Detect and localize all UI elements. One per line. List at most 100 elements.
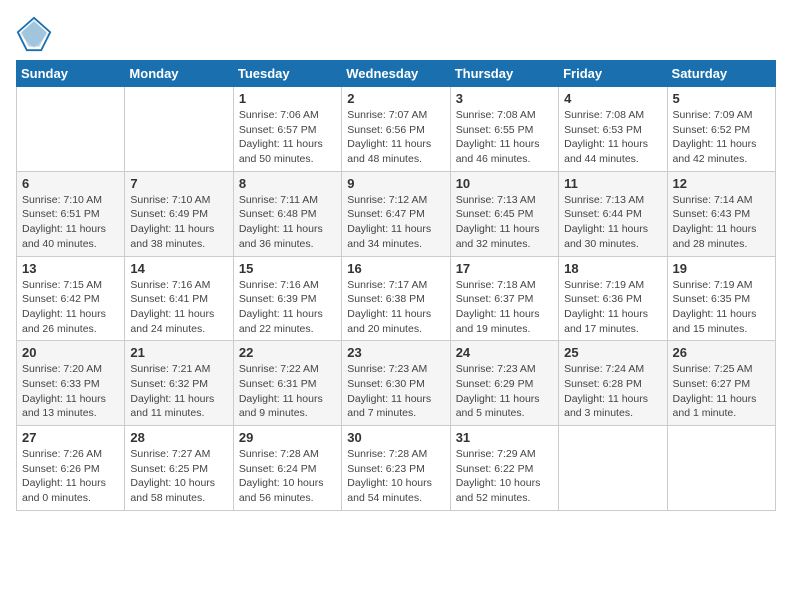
calendar-cell: 27 Sunrise: 7:26 AM Sunset: 6:26 PM Dayli…	[17, 426, 125, 511]
calendar-cell: 17 Sunrise: 7:18 AM Sunset: 6:37 PM Dayli…	[450, 256, 558, 341]
calendar-cell: 6 Sunrise: 7:10 AM Sunset: 6:51 PM Daylig…	[17, 171, 125, 256]
day-number: 25	[564, 345, 661, 360]
calendar-week-row: 1 Sunrise: 7:06 AM Sunset: 6:57 PM Daylig…	[17, 87, 776, 172]
calendar-cell: 2Sunrise: 7:07 AM Sunset: 6:56 PM Daylig…	[342, 87, 450, 172]
calendar-cell: 12 Sunrise: 7:14 AM Sunset: 6:43 PM Dayli…	[667, 171, 775, 256]
calendar-cell: 10 Sunrise: 7:13 AM Sunset: 6:45 PM Dayli…	[450, 171, 558, 256]
day-detail: Sunrise: 7:10 AM Sunset: 6:51 PM Dayligh…	[22, 193, 119, 252]
day-detail: Sunrise: 7:28 AM Sunset: 6:24 PM Dayligh…	[239, 447, 336, 506]
day-detail: Sunrise: 7:18 AM Sunset: 6:37 PM Dayligh…	[456, 278, 553, 337]
day-number: 5	[673, 91, 770, 106]
day-detail: Sunrise: 7:14 AM Sunset: 6:43 PM Dayligh…	[673, 193, 770, 252]
calendar-cell: 1 Sunrise: 7:06 AM Sunset: 6:57 PM Daylig…	[233, 87, 341, 172]
calendar-table: SundayMondayTuesdayWednesdayThursdayFrid…	[16, 60, 776, 511]
day-detail: Sunrise: 7:11 AM Sunset: 6:48 PM Dayligh…	[239, 193, 336, 252]
calendar-cell: 5Sunrise: 7:09 AM Sunset: 6:52 PM Daylig…	[667, 87, 775, 172]
calendar-cell: 31 Sunrise: 7:29 AM Sunset: 6:22 PM Dayli…	[450, 426, 558, 511]
weekday-header-sunday: Sunday	[17, 61, 125, 87]
day-number: 20	[22, 345, 119, 360]
weekday-header-monday: Monday	[125, 61, 233, 87]
day-detail: Sunrise: 7:13 AM Sunset: 6:45 PM Dayligh…	[456, 193, 553, 252]
day-number: 16	[347, 261, 444, 276]
day-number: 21	[130, 345, 227, 360]
day-number: 4	[564, 91, 661, 106]
calendar-cell: 20 Sunrise: 7:20 AM Sunset: 6:33 PM Dayli…	[17, 341, 125, 426]
day-detail: Sunrise: 7:10 AM Sunset: 6:49 PM Dayligh…	[130, 193, 227, 252]
weekday-header-wednesday: Wednesday	[342, 61, 450, 87]
day-detail: Sunrise: 7:25 AM Sunset: 6:27 PM Dayligh…	[673, 362, 770, 421]
day-number: 11	[564, 176, 661, 191]
day-number: 13	[22, 261, 119, 276]
calendar-cell: 15 Sunrise: 7:16 AM Sunset: 6:39 PM Dayli…	[233, 256, 341, 341]
calendar-cell: 28 Sunrise: 7:27 AM Sunset: 6:25 PM Dayli…	[125, 426, 233, 511]
calendar-cell: 29Sunrise: 7:28 AM Sunset: 6:24 PM Dayli…	[233, 426, 341, 511]
day-number: 23	[347, 345, 444, 360]
calendar-cell: 14 Sunrise: 7:16 AM Sunset: 6:41 PM Dayli…	[125, 256, 233, 341]
calendar-week-row: 13Sunrise: 7:15 AM Sunset: 6:42 PM Dayli…	[17, 256, 776, 341]
day-number: 12	[673, 176, 770, 191]
day-number: 18	[564, 261, 661, 276]
day-number: 10	[456, 176, 553, 191]
day-number: 14	[130, 261, 227, 276]
day-number: 1	[239, 91, 336, 106]
day-detail: Sunrise: 7:27 AM Sunset: 6:25 PM Dayligh…	[130, 447, 227, 506]
calendar-cell: 4 Sunrise: 7:08 AM Sunset: 6:53 PM Daylig…	[559, 87, 667, 172]
day-number: 31	[456, 430, 553, 445]
calendar-cell: 24 Sunrise: 7:23 AM Sunset: 6:29 PM Dayli…	[450, 341, 558, 426]
day-detail: Sunrise: 7:16 AM Sunset: 6:41 PM Dayligh…	[130, 278, 227, 337]
day-detail: Sunrise: 7:28 AM Sunset: 6:23 PM Dayligh…	[347, 447, 444, 506]
calendar-cell: 25Sunrise: 7:24 AM Sunset: 6:28 PM Dayli…	[559, 341, 667, 426]
calendar-cell	[17, 87, 125, 172]
day-detail: Sunrise: 7:29 AM Sunset: 6:22 PM Dayligh…	[456, 447, 553, 506]
weekday-header-tuesday: Tuesday	[233, 61, 341, 87]
calendar-cell: 23 Sunrise: 7:23 AM Sunset: 6:30 PM Dayli…	[342, 341, 450, 426]
day-detail: Sunrise: 7:16 AM Sunset: 6:39 PM Dayligh…	[239, 278, 336, 337]
day-number: 8	[239, 176, 336, 191]
day-detail: Sunrise: 7:08 AM Sunset: 6:55 PM Dayligh…	[456, 108, 553, 167]
calendar-cell: 16 Sunrise: 7:17 AM Sunset: 6:38 PM Dayli…	[342, 256, 450, 341]
logo	[16, 16, 56, 52]
page-header	[16, 16, 776, 52]
calendar-cell: 26 Sunrise: 7:25 AM Sunset: 6:27 PM Dayli…	[667, 341, 775, 426]
day-number: 24	[456, 345, 553, 360]
day-number: 6	[22, 176, 119, 191]
day-number: 15	[239, 261, 336, 276]
day-number: 26	[673, 345, 770, 360]
day-detail: Sunrise: 7:23 AM Sunset: 6:30 PM Dayligh…	[347, 362, 444, 421]
calendar-cell: 30 Sunrise: 7:28 AM Sunset: 6:23 PM Dayli…	[342, 426, 450, 511]
weekday-header-saturday: Saturday	[667, 61, 775, 87]
day-number: 17	[456, 261, 553, 276]
day-detail: Sunrise: 7:21 AM Sunset: 6:32 PM Dayligh…	[130, 362, 227, 421]
calendar-body: 1 Sunrise: 7:06 AM Sunset: 6:57 PM Daylig…	[17, 87, 776, 511]
day-number: 27	[22, 430, 119, 445]
day-number: 19	[673, 261, 770, 276]
day-number: 28	[130, 430, 227, 445]
calendar-cell: 21 Sunrise: 7:21 AM Sunset: 6:32 PM Dayli…	[125, 341, 233, 426]
day-detail: Sunrise: 7:08 AM Sunset: 6:53 PM Dayligh…	[564, 108, 661, 167]
day-detail: Sunrise: 7:20 AM Sunset: 6:33 PM Dayligh…	[22, 362, 119, 421]
day-detail: Sunrise: 7:06 AM Sunset: 6:57 PM Dayligh…	[239, 108, 336, 167]
calendar-week-row: 27 Sunrise: 7:26 AM Sunset: 6:26 PM Dayli…	[17, 426, 776, 511]
calendar-cell	[125, 87, 233, 172]
day-number: 9	[347, 176, 444, 191]
day-detail: Sunrise: 7:19 AM Sunset: 6:36 PM Dayligh…	[564, 278, 661, 337]
day-detail: Sunrise: 7:17 AM Sunset: 6:38 PM Dayligh…	[347, 278, 444, 337]
day-number: 30	[347, 430, 444, 445]
day-detail: Sunrise: 7:19 AM Sunset: 6:35 PM Dayligh…	[673, 278, 770, 337]
day-detail: Sunrise: 7:22 AM Sunset: 6:31 PM Dayligh…	[239, 362, 336, 421]
day-detail: Sunrise: 7:07 AM Sunset: 6:56 PM Dayligh…	[347, 108, 444, 167]
calendar-cell: 8 Sunrise: 7:11 AM Sunset: 6:48 PM Daylig…	[233, 171, 341, 256]
weekday-header-friday: Friday	[559, 61, 667, 87]
day-detail: Sunrise: 7:12 AM Sunset: 6:47 PM Dayligh…	[347, 193, 444, 252]
weekday-header-thursday: Thursday	[450, 61, 558, 87]
day-number: 3	[456, 91, 553, 106]
calendar-cell	[667, 426, 775, 511]
day-detail: Sunrise: 7:26 AM Sunset: 6:26 PM Dayligh…	[22, 447, 119, 506]
calendar-week-row: 20 Sunrise: 7:20 AM Sunset: 6:33 PM Dayli…	[17, 341, 776, 426]
day-detail: Sunrise: 7:23 AM Sunset: 6:29 PM Dayligh…	[456, 362, 553, 421]
day-number: 7	[130, 176, 227, 191]
calendar-header-row: SundayMondayTuesdayWednesdayThursdayFrid…	[17, 61, 776, 87]
day-detail: Sunrise: 7:13 AM Sunset: 6:44 PM Dayligh…	[564, 193, 661, 252]
calendar-cell: 7 Sunrise: 7:10 AM Sunset: 6:49 PM Daylig…	[125, 171, 233, 256]
calendar-cell: 9 Sunrise: 7:12 AM Sunset: 6:47 PM Daylig…	[342, 171, 450, 256]
